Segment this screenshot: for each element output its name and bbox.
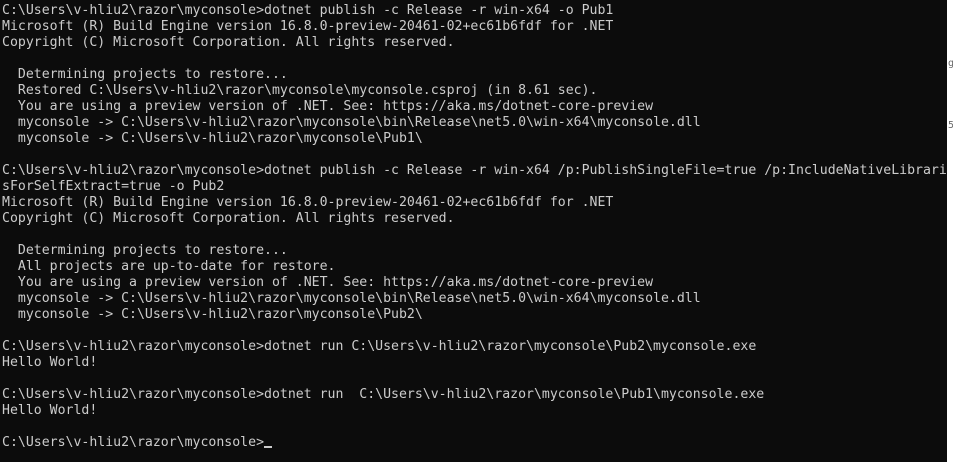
console-prompt[interactable]: C:\Users\v-hliu2\razor\myconsole> — [2, 435, 947, 451]
console-line: C:\Users\v-hliu2\razor\myconsole>dotnet … — [2, 339, 757, 354]
console-line: Restored C:\Users\v-hliu2\razor\myconsol… — [2, 83, 598, 98]
console-line: You are using a preview version of .NET.… — [2, 275, 654, 290]
console-line: myconsole -> C:\Users\v-hliu2\razor\myco… — [2, 131, 423, 146]
console-line: myconsole -> C:\Users\v-hliu2\razor\myco… — [2, 115, 701, 130]
console-line: Copyright (C) Microsoft Corporation. All… — [2, 35, 455, 50]
console-line: C:\Users\v-hliu2\razor\myconsole>dotnet … — [2, 3, 614, 18]
console-line: You are using a preview version of .NET.… — [2, 99, 654, 114]
console-line: Microsoft (R) Build Engine version 16.8.… — [2, 195, 614, 210]
console-line: Determining projects to restore... — [2, 243, 288, 258]
console-window[interactable]: C:\Users\v-hliu2\razor\myconsole>dotnet … — [0, 0, 947, 462]
console-line: Determining projects to restore... — [2, 67, 288, 82]
console-line: Microsoft (R) Build Engine version 16.8.… — [2, 19, 614, 34]
edge-glyph: 5 — [948, 120, 953, 131]
text-cursor — [264, 446, 273, 448]
console-line: C:\Users\v-hliu2\razor\myconsole>dotnet … — [2, 387, 765, 402]
console-line: sForSelfExtract=true -o Pub2 — [2, 179, 225, 194]
console-line: All projects are up-to-date for restore. — [2, 259, 336, 274]
prompt-text: C:\Users\v-hliu2\razor\myconsole> — [2, 435, 265, 450]
console-line: Copyright (C) Microsoft Corporation. All… — [2, 211, 455, 226]
console-line: myconsole -> C:\Users\v-hliu2\razor\myco… — [2, 307, 423, 322]
console-line: Hello World! — [2, 403, 98, 418]
console-line: C:\Users\v-hliu2\razor\myconsole>dotnet … — [2, 163, 947, 178]
edge-glyph: g — [948, 58, 953, 69]
background-window-edge: g 5 — [947, 0, 953, 462]
console-line: myconsole -> C:\Users\v-hliu2\razor\myco… — [2, 291, 701, 306]
console-line: Hello World! — [2, 355, 98, 370]
console-output: C:\Users\v-hliu2\razor\myconsole>dotnet … — [2, 3, 947, 451]
